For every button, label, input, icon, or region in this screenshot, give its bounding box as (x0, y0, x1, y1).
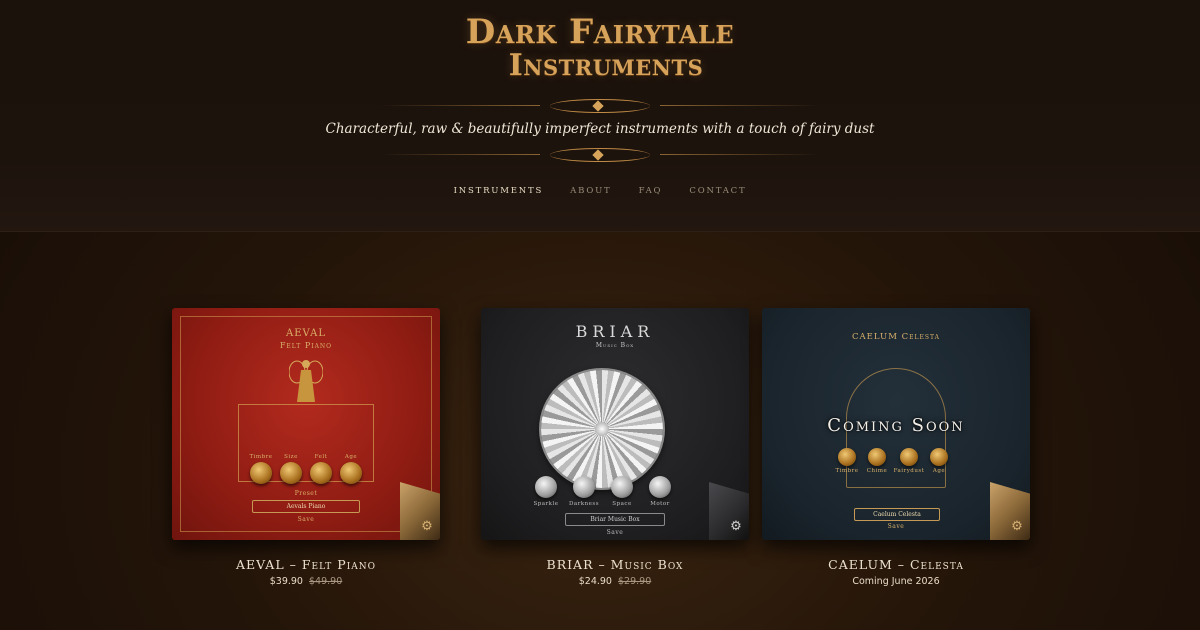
product-price: $39.90 $49.90 (172, 576, 440, 587)
nav-item-instruments[interactable]: INSTRUMENTS (454, 186, 544, 196)
save-label: Save (887, 523, 905, 530)
knob-label: Motor (650, 501, 670, 507)
darkness-knob[interactable] (573, 476, 595, 498)
knob-label: Age (932, 468, 946, 474)
cover-subtitle: Music Box (595, 342, 635, 349)
sale-price: $24.90 (578, 576, 612, 587)
fairydust-knob[interactable] (900, 448, 918, 466)
timbre-knob[interactable] (838, 448, 856, 466)
chime-knob[interactable] (868, 448, 886, 466)
brand-logo-line2: Instruments (508, 48, 704, 83)
product-image-caelum[interactable]: CAELUM Celesta Timbre Chime Fairydust Ag… (762, 308, 1030, 540)
save-label: Save (297, 516, 315, 523)
felt-knob[interactable] (310, 462, 332, 484)
gear-icon[interactable]: ⚙ (1010, 520, 1024, 534)
cover-title: BRIAR (575, 322, 655, 341)
cover-subtitle: Felt Piano (279, 341, 333, 350)
product-title[interactable]: BRIAR – Music Box (481, 557, 749, 572)
age-knob[interactable] (930, 448, 948, 466)
cover-title: AEVAL (286, 328, 326, 339)
nav-item-faq[interactable]: FAQ (639, 186, 663, 196)
product-price: $24.90 $29.90 (481, 576, 749, 587)
main-nav: INSTRUMENTS ABOUT FAQ CONTACT (0, 178, 1200, 197)
age-knob[interactable] (340, 462, 362, 484)
product-title[interactable]: CAELUM – Celesta (762, 557, 1030, 572)
gear-icon[interactable]: ⚙ (420, 520, 434, 534)
save-label: Save (606, 529, 624, 536)
knob-label: Darkness (568, 501, 600, 507)
ornament-divider-top (380, 99, 820, 113)
site-header: Dark Fairytale Instruments Characterful,… (0, 0, 1200, 232)
coming-soon-overlay: Coming Soon (827, 415, 965, 436)
product-card-aeval[interactable]: AEVAL Felt Piano Timbre Size Felt Age Pr… (172, 308, 452, 587)
product-availability: Coming June 2026 (852, 576, 940, 587)
sale-price: $39.90 (269, 576, 303, 587)
gear-icon[interactable]: ⚙ (729, 520, 743, 534)
music-box-disc-icon (541, 370, 663, 488)
brand-logo-line1: Dark Fairytale (465, 12, 735, 52)
product-card-briar[interactable]: BRIAR Music Box Sparkle Darkness Space M… (481, 308, 761, 587)
timbre-knob[interactable] (250, 462, 272, 484)
preset-label: Preset (294, 490, 318, 497)
cover-title: CAELUM Celesta (852, 332, 940, 342)
ornament-divider-bottom (380, 148, 820, 162)
brand-tagline: Characterful, raw & beautifully imperfec… (325, 121, 875, 137)
motor-knob[interactable] (649, 476, 671, 498)
nav-item-contact[interactable]: CONTACT (689, 186, 746, 196)
sparkle-knob[interactable] (535, 476, 557, 498)
brand-logo[interactable]: Dark Fairytale Instruments (0, 14, 1200, 82)
knob-label: Age (344, 454, 358, 460)
product-card-caelum[interactable]: CAELUM Celesta Timbre Chime Fairydust Ag… (762, 308, 1042, 587)
fairy-illustration-icon (289, 360, 323, 402)
product-title[interactable]: AEVAL – Felt Piano (172, 557, 440, 572)
product-grid: AEVAL Felt Piano Timbre Size Felt Age Pr… (0, 308, 1200, 628)
knob-label: Sparkle (533, 501, 559, 507)
preset-selector[interactable]: Aevals Piano (252, 500, 360, 513)
size-knob[interactable] (280, 462, 302, 484)
preset-selector[interactable]: Briar Music Box (565, 513, 665, 526)
original-price: $49.90 (309, 576, 343, 587)
product-image-aeval[interactable]: AEVAL Felt Piano Timbre Size Felt Age Pr… (172, 308, 440, 540)
product-image-briar[interactable]: BRIAR Music Box Sparkle Darkness Space M… (481, 308, 749, 540)
original-price: $29.90 (618, 576, 652, 587)
space-knob[interactable] (611, 476, 633, 498)
knob-label: Space (612, 501, 632, 507)
nav-item-about[interactable]: ABOUT (570, 186, 611, 196)
preset-selector[interactable]: Caelum Celesta (854, 508, 940, 521)
